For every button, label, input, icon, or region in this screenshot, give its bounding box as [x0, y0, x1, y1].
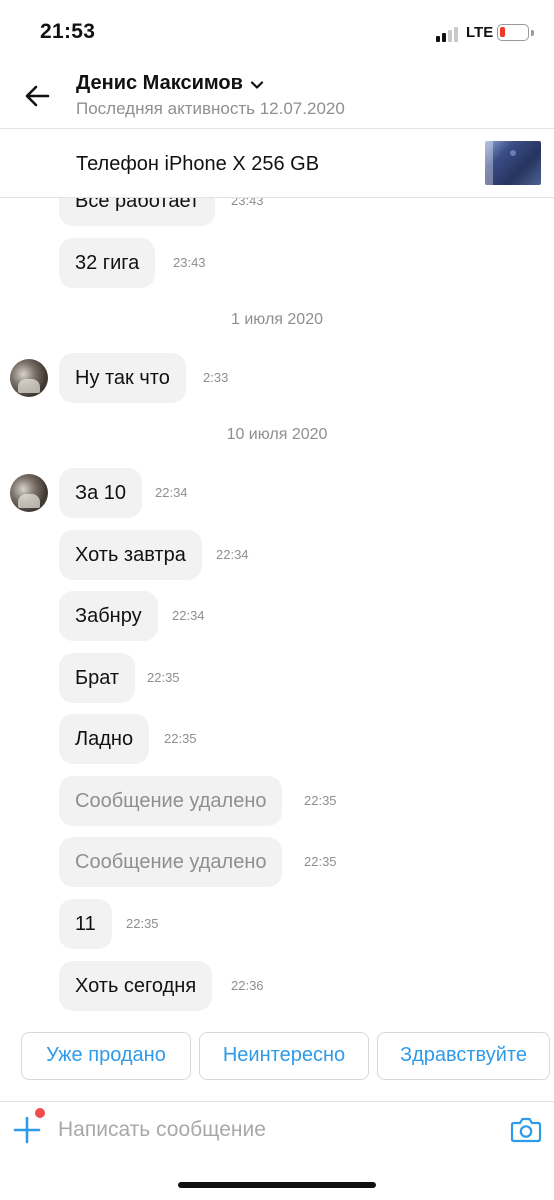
- message-time: 22:34: [216, 547, 249, 562]
- message: Хоть сегодня 22:36: [59, 961, 299, 1011]
- message: Забнру 22:34: [59, 591, 259, 641]
- message-bubble[interactable]: Ну так что: [59, 353, 186, 403]
- deleted-message-bubble[interactable]: Сообщение удалено: [59, 837, 283, 887]
- date-separator: 10 июля 2020: [226, 426, 328, 443]
- network-type: LTE: [466, 24, 494, 41]
- status-time: 21:53: [40, 20, 96, 43]
- message-input[interactable]: [58, 1110, 478, 1150]
- message: Сообщение удалено 22:35: [59, 776, 359, 826]
- message-time: 22:36: [231, 978, 264, 993]
- message-time: 22:34: [155, 485, 188, 500]
- date-separator: 1 июля 2020: [231, 311, 323, 328]
- message-bubble[interactable]: Забнру: [59, 591, 158, 641]
- deleted-message-bubble[interactable]: Сообщение удалено: [59, 776, 283, 826]
- avatar[interactable]: [10, 474, 48, 512]
- message-time: 2:33: [203, 370, 229, 385]
- quick-reply-sold[interactable]: Уже продано: [21, 1032, 191, 1080]
- cellular-signal-icon: [436, 26, 462, 42]
- message-bubble[interactable]: Хоть завтра: [59, 530, 202, 580]
- message-bubble[interactable]: 32 гига: [59, 238, 156, 288]
- message-time: 23:43: [173, 255, 206, 270]
- message-time: 22:35: [304, 854, 337, 869]
- message: 32 гига 23:43: [59, 238, 259, 288]
- arrow-left-icon: [25, 85, 50, 107]
- message-time: 23:43: [231, 198, 264, 208]
- chevron-down-icon[interactable]: [250, 78, 264, 92]
- message: За 10 22:34: [59, 468, 259, 518]
- battery-cap: [531, 30, 534, 36]
- message-time: 22:35: [147, 670, 180, 685]
- message-bubble[interactable]: Хоть сегодня: [59, 961, 213, 1011]
- home-indicator[interactable]: [178, 1182, 376, 1188]
- message-time: 22:35: [304, 793, 337, 808]
- quick-reply-hello[interactable]: Здравствуйте: [377, 1032, 550, 1080]
- message: 11 22:35: [59, 899, 259, 949]
- message: Ладно 22:35: [59, 714, 259, 764]
- chat-messages[interactable]: Все работает 23:43 32 гига 23:43 1 июля …: [0, 198, 554, 1026]
- message-bubble[interactable]: 11: [59, 899, 112, 949]
- message: Брат 22:35: [59, 653, 259, 703]
- back-button[interactable]: [18, 76, 58, 116]
- message-composer: [0, 1102, 554, 1162]
- contact-name[interactable]: Денис Максимов: [76, 72, 243, 95]
- message-bubble[interactable]: Ладно: [59, 714, 150, 764]
- last-seen-status: Последняя активность 12.07.2020: [76, 99, 345, 118]
- message: Ну так что 2:33: [59, 353, 299, 403]
- quick-reply-not-interested[interactable]: Неинтересно: [199, 1032, 369, 1080]
- camera-icon: [510, 1117, 542, 1143]
- message-time: 22:35: [126, 916, 159, 931]
- message-time: 22:35: [164, 731, 197, 746]
- message-bubble[interactable]: Все работает: [59, 198, 216, 226]
- message-bubble[interactable]: Брат: [59, 653, 136, 703]
- chat-header: Денис Максимов Последняя активность 12.0…: [0, 64, 554, 128]
- battery-low-icon: [497, 24, 529, 41]
- message-bubble[interactable]: За 10: [59, 468, 143, 518]
- message: Хоть завтра 22:34: [59, 530, 299, 580]
- message: Сообщение удалено 22:35: [59, 837, 359, 887]
- phone-thumbnail: [485, 141, 541, 185]
- notification-dot: [35, 1108, 45, 1118]
- camera-button[interactable]: [510, 1114, 542, 1144]
- avatar[interactable]: [10, 359, 48, 397]
- listing-bar[interactable]: Телефон iPhone X 256 GB: [0, 129, 554, 197]
- listing-title: Телефон iPhone X 256 GB: [76, 153, 320, 175]
- message-time: 22:34: [172, 608, 205, 623]
- message: Все работает 23:43: [59, 198, 299, 226]
- status-bar: 21:53 LTE: [0, 0, 554, 64]
